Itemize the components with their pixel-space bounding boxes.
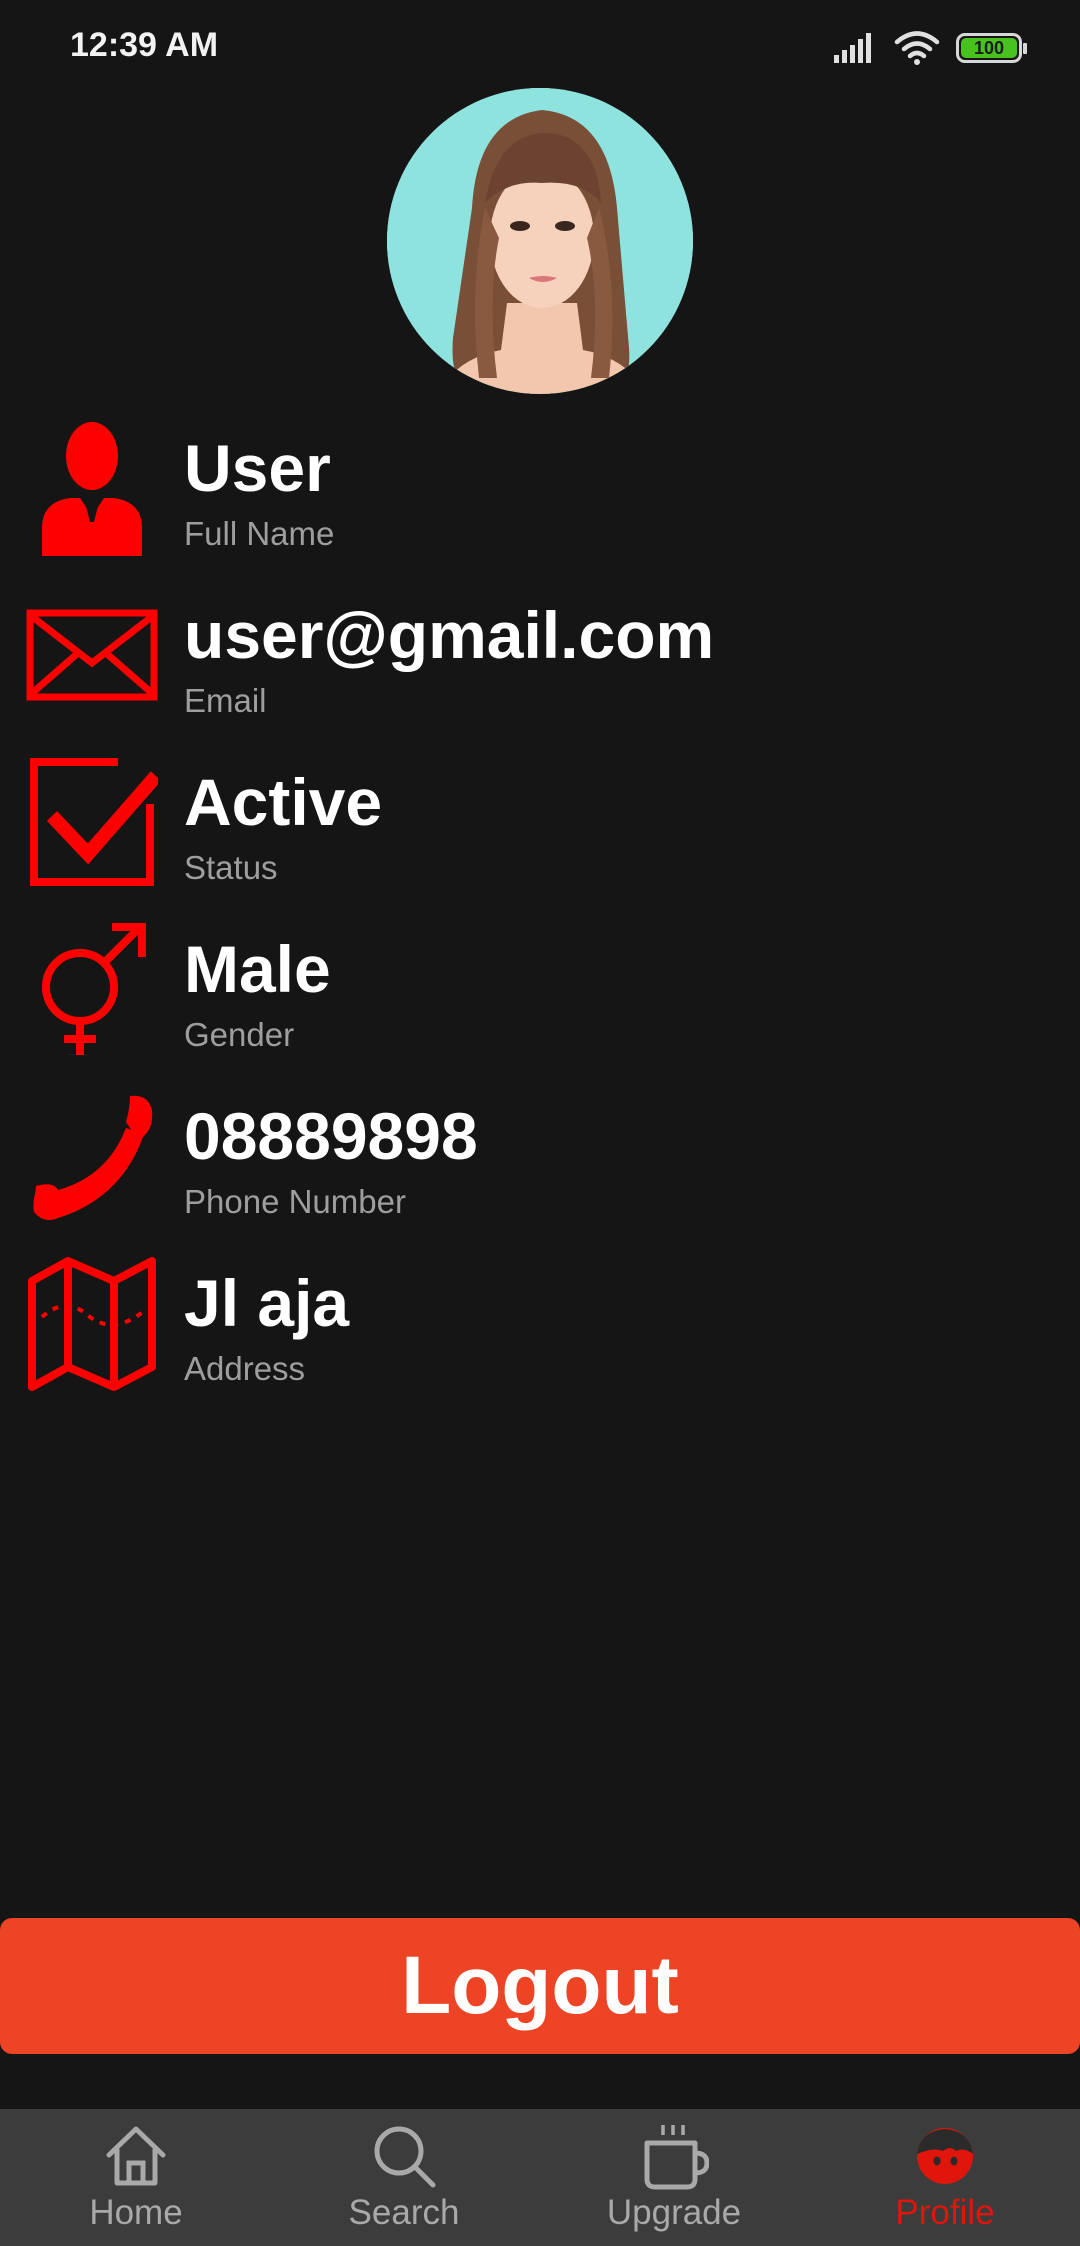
info-row-address: Jl aja Address [0, 1253, 1080, 1413]
bottom-nav: Home Search Upgrade Profile [0, 2109, 1080, 2246]
nav-item-profile[interactable]: Profile [845, 2109, 1045, 2246]
battery-icon: 100 [956, 33, 1027, 63]
nav-label-search: Search [348, 2193, 460, 2232]
logout-button[interactable]: Logout [0, 1918, 1080, 2054]
address-value: Jl aja [184, 1266, 350, 1340]
home-icon [106, 2126, 166, 2186]
wifi-icon [894, 31, 940, 65]
battery-level: 100 [961, 38, 1017, 58]
nav-item-search[interactable]: Search [304, 2109, 504, 2246]
status-value: Active [184, 765, 383, 839]
nav-item-upgrade[interactable]: Upgrade [574, 2109, 774, 2246]
nav-label-home: Home [89, 2193, 183, 2232]
info-row-status: Active Status [0, 752, 1080, 912]
gender-icon [26, 919, 158, 1059]
search-icon [374, 2126, 436, 2188]
user-icon [26, 418, 158, 558]
full-name-value: User [184, 431, 331, 505]
checkbox-icon [26, 752, 158, 892]
status-icons: 100 [834, 26, 1027, 70]
coffee-cup-icon [644, 2125, 709, 2190]
status-bar: 12:39 AM 100 [0, 0, 1080, 96]
gender-value: Male [184, 932, 331, 1006]
profile-photo [387, 88, 693, 394]
info-row-full-name: User Full Name [0, 418, 1080, 578]
phone-icon [26, 1086, 158, 1226]
email-label: Email [184, 682, 267, 719]
nav-label-profile: Profile [895, 2193, 995, 2232]
signal-icon [834, 33, 871, 63]
address-label: Address [184, 1350, 306, 1387]
status-label: Status [184, 849, 278, 886]
phone-value: 08889898 [184, 1099, 478, 1173]
map-icon [26, 1253, 158, 1393]
info-row-phone: 08889898 Phone Number [0, 1086, 1080, 1246]
info-row-gender: Male Gender [0, 919, 1080, 1079]
email-icon [26, 585, 158, 725]
avatar [387, 88, 693, 394]
profile-icon [917, 2128, 973, 2184]
gender-label: Gender [184, 1016, 295, 1053]
full-name-label: Full Name [184, 515, 335, 552]
email-value: user@gmail.com [184, 598, 715, 672]
info-row-email: user@gmail.com Email [0, 585, 1080, 745]
status-time: 12:39 AM [70, 26, 219, 64]
phone-label: Phone Number [184, 1183, 406, 1220]
nav-item-home[interactable]: Home [36, 2109, 236, 2246]
nav-label-upgrade: Upgrade [606, 2193, 742, 2232]
